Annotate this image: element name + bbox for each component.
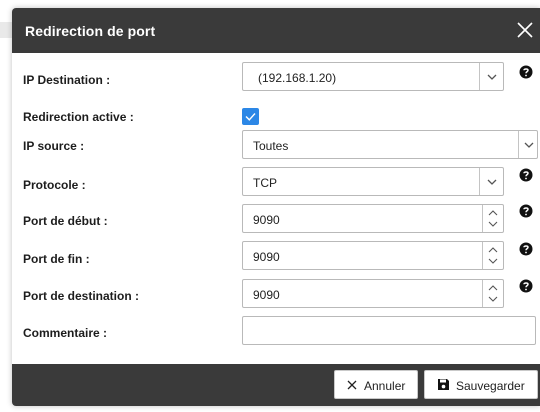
port-destination-label: Port de destination : bbox=[23, 289, 140, 303]
ip-destination-select[interactable]: (192.168.1.20) bbox=[242, 62, 504, 91]
port-debut-label: Port de début : bbox=[23, 214, 108, 228]
checkmark-icon bbox=[245, 113, 256, 121]
dialog-title: Redirection de port bbox=[25, 23, 156, 39]
commentaire-input[interactable] bbox=[242, 316, 536, 345]
port-fin-label: Port de fin : bbox=[23, 252, 90, 266]
port-forwarding-dialog: Redirection de port IP Destination : (19… bbox=[12, 8, 540, 406]
chevron-down-icon bbox=[524, 142, 534, 148]
select-separator bbox=[479, 63, 480, 90]
protocole-select[interactable]: TCP bbox=[242, 167, 504, 196]
spinner-arrows-icon[interactable] bbox=[483, 280, 503, 307]
port-debut-value: 9090 bbox=[253, 213, 280, 227]
port-debut-input[interactable]: 9090 bbox=[242, 204, 504, 233]
help-icon[interactable] bbox=[519, 242, 533, 256]
port-destination-value: 9090 bbox=[253, 288, 280, 302]
help-icon[interactable] bbox=[519, 168, 533, 182]
cancel-button[interactable]: Annuler bbox=[334, 370, 418, 399]
ip-source-select[interactable]: Toutes bbox=[242, 130, 538, 159]
save-button[interactable]: Sauvegarder bbox=[424, 370, 538, 399]
floppy-disk-icon bbox=[438, 379, 449, 390]
ip-source-value: Toutes bbox=[253, 139, 289, 153]
help-icon[interactable] bbox=[519, 204, 533, 218]
spinner-arrows-icon[interactable] bbox=[483, 242, 503, 269]
port-fin-input[interactable]: 9090 bbox=[242, 241, 504, 270]
protocole-value: TCP bbox=[253, 176, 277, 190]
ip-source-label: IP source : bbox=[23, 139, 85, 153]
dialog-footer: Annuler Sauvegarder bbox=[12, 364, 540, 406]
help-icon[interactable] bbox=[519, 279, 533, 293]
redirection-active-label: Redirection active : bbox=[23, 110, 134, 124]
background-page-strip bbox=[0, 22, 12, 38]
dialog-titlebar: Redirection de port bbox=[12, 8, 540, 53]
port-fin-value: 9090 bbox=[253, 250, 280, 264]
close-icon[interactable] bbox=[512, 17, 538, 43]
help-icon[interactable] bbox=[519, 65, 533, 79]
select-separator bbox=[518, 131, 519, 158]
ip-destination-label: IP Destination : bbox=[23, 73, 111, 87]
spinner-arrows-icon[interactable] bbox=[483, 205, 503, 232]
chevron-down-icon bbox=[487, 74, 497, 80]
chevron-down-icon bbox=[487, 179, 497, 185]
close-icon bbox=[347, 380, 357, 390]
redirection-active-checkbox[interactable] bbox=[242, 108, 259, 125]
port-destination-input[interactable]: 9090 bbox=[242, 279, 504, 308]
save-button-label: Sauvegarder bbox=[456, 379, 525, 393]
ip-destination-value: (192.168.1.20) bbox=[258, 71, 337, 85]
commentaire-label: Commentaire : bbox=[23, 326, 108, 340]
protocole-label: Protocole : bbox=[23, 178, 86, 192]
cancel-button-label: Annuler bbox=[364, 379, 406, 393]
select-separator bbox=[479, 168, 480, 195]
